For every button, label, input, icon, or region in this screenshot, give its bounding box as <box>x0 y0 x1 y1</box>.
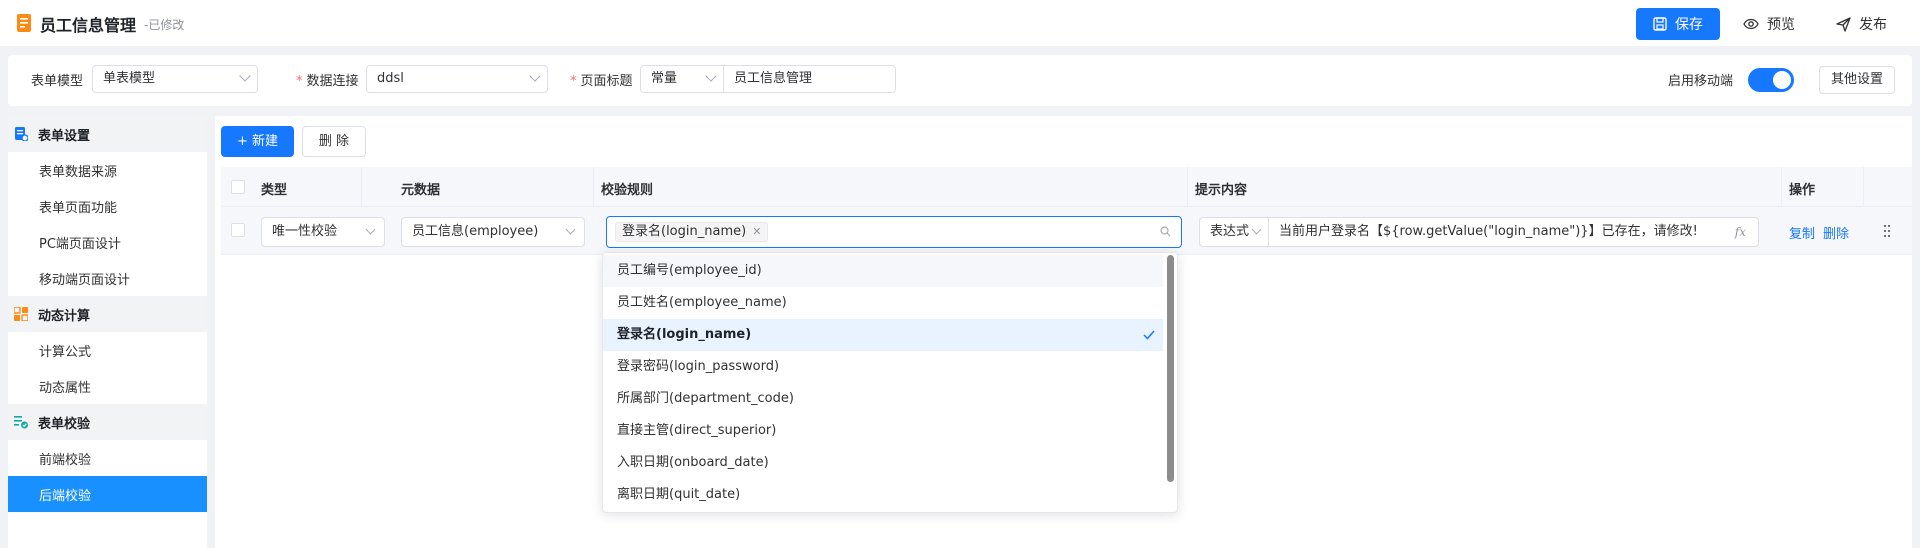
sidebar-item-mobile-design[interactable]: 移动端页面设计 <box>8 260 207 296</box>
column-actions: 操作 <box>1789 183 1816 198</box>
dropdown-option[interactable]: 入职日期(onboard_date) <box>603 447 1163 479</box>
copy-link[interactable]: 复制 <box>1789 223 1815 242</box>
sidebar-item-page-function[interactable]: 表单页面功能 <box>8 188 207 224</box>
dropdown-scrollbar[interactable] <box>1167 255 1174 482</box>
rule-dropdown: 员工编号(employee_id) 员工姓名(employee_name) 登录… <box>602 252 1178 513</box>
column-metadata: 元数据 <box>401 183 441 198</box>
dropdown-option[interactable]: 所属部门(department_code) <box>603 383 1163 415</box>
chevron-down-icon <box>529 70 541 82</box>
page-title: 员工信息管理 <box>40 16 137 35</box>
send-icon <box>1836 16 1851 32</box>
data-conn-label: * 数据连接 <box>296 74 359 89</box>
type-select[interactable]: 唯一性校验 <box>261 217 385 247</box>
sidebar: 表单设置 表单数据来源 表单页面功能 PC端页面设计 移动端页面设计 动态计算 … <box>8 116 207 548</box>
option-label: 登录名(login_name) <box>617 327 752 342</box>
chevron-down-icon <box>565 224 576 235</box>
metadata-select[interactable]: 员工信息(employee) <box>401 217 585 247</box>
dropdown-option[interactable]: 离职日期(quit_date) <box>603 479 1163 511</box>
dropdown-option-selected[interactable]: 登录名(login_name) <box>603 319 1163 351</box>
page-title-label: * 页面标题 <box>570 74 633 89</box>
data-conn-value: ddsl <box>377 71 404 86</box>
drag-handle-icon[interactable] <box>1883 224 1891 238</box>
column-divider <box>593 167 594 207</box>
sidebar-group-label: 动态计算 <box>38 308 91 324</box>
save-icon <box>1653 17 1667 31</box>
selected-tag: 登录名(login_name) ✕ <box>615 222 769 242</box>
form-settings-icon <box>15 127 28 141</box>
delete-link[interactable]: 删除 <box>1823 223 1849 242</box>
close-icon[interactable]: ✕ <box>752 223 761 241</box>
mobile-toggle[interactable] <box>1748 68 1794 92</box>
chevron-down-icon <box>705 70 717 82</box>
table-header: 类型 元数据 校验规则 提示内容 操作 <box>221 167 1912 207</box>
page-title-mode-select[interactable]: 常量 <box>640 65 724 93</box>
page-title-input[interactable]: 员工信息管理 <box>723 65 896 93</box>
modified-status: -已修改 <box>144 18 185 32</box>
tag-label: 登录名(login_name) <box>622 224 747 239</box>
column-divider <box>1863 167 1864 207</box>
mobile-label: 启用移动端 <box>1668 74 1734 89</box>
form-model-select[interactable]: 单表模型 <box>92 65 258 93</box>
type-value: 唯一性校验 <box>272 224 338 239</box>
hint-text-input[interactable]: 当前用户登录名【${row.getValue("login_name")}】已存… <box>1268 217 1759 247</box>
sidebar-group-form-check[interactable]: 表单校验 <box>8 404 207 440</box>
settings-bar: 表单模型 单表模型 * 数据连接 ddsl * 页面标题 常量 员工信息管理 启用移… <box>8 55 1912 106</box>
form-check-icon <box>14 416 28 429</box>
sidebar-item-backend-check[interactable]: 后端校验 <box>8 476 207 512</box>
hint-mode-value: 表达式 <box>1210 224 1250 239</box>
chevron-down-icon <box>239 70 251 82</box>
dropdown-option[interactable]: 登录密码(login_password) <box>603 351 1163 383</box>
column-divider <box>1187 167 1188 207</box>
sidebar-group-dynamic-calc[interactable]: 动态计算 <box>8 296 207 332</box>
save-button[interactable]: 保存 <box>1636 8 1720 40</box>
column-divider <box>1781 167 1782 207</box>
eye-icon <box>1743 18 1759 30</box>
chevron-down-icon <box>1251 224 1262 235</box>
data-conn-select[interactable]: ddsl <box>366 65 548 93</box>
delete-button[interactable]: 删 除 <box>302 126 366 157</box>
document-icon <box>17 14 31 32</box>
grid-calc-icon <box>14 307 28 321</box>
sidebar-group-label: 表单设置 <box>38 128 91 144</box>
toggle-knob <box>1773 71 1791 89</box>
sidebar-group-form-settings[interactable]: 表单设置 <box>8 116 207 152</box>
sidebar-item-formula[interactable]: 计算公式 <box>8 332 207 368</box>
sidebar-item-frontend-check[interactable]: 前端校验 <box>8 440 207 476</box>
sidebar-group-label: 表单校验 <box>38 416 91 432</box>
fx-icon[interactable]: fx <box>1735 218 1746 246</box>
top-bar: 员工信息管理 -已修改 保存 预览 发布 <box>0 0 1920 46</box>
table-row: 唯一性校验 员工信息(employee) 登录名(login_name) ✕ 表… <box>221 207 1912 255</box>
form-model-label: 表单模型 <box>31 74 84 89</box>
select-all-checkbox[interactable] <box>231 180 245 194</box>
form-model-value: 单表模型 <box>103 71 156 86</box>
publish-label: 发布 <box>1859 17 1887 33</box>
hint-mode-select[interactable]: 表达式 <box>1199 217 1269 247</box>
new-button[interactable]: + 新建 <box>221 126 294 157</box>
column-hint: 提示内容 <box>1195 183 1248 198</box>
preview-button[interactable]: 预览 <box>1743 14 1795 34</box>
column-rule: 校验规则 <box>601 183 654 198</box>
sidebar-item-dynamic-attr[interactable]: 动态属性 <box>8 368 207 404</box>
column-divider <box>361 167 362 207</box>
publish-button[interactable]: 发布 <box>1836 14 1887 34</box>
hint-text-value: 当前用户登录名【${row.getValue("login_name")}】已存… <box>1279 224 1698 239</box>
page-title-mode-value: 常量 <box>651 71 678 86</box>
sidebar-item-pc-design[interactable]: PC端页面设计 <box>8 224 207 260</box>
dropdown-option[interactable]: 员工姓名(employee_name) <box>603 287 1163 319</box>
sidebar-item-data-source[interactable]: 表单数据来源 <box>8 152 207 188</box>
search-icon <box>1160 226 1171 237</box>
preview-label: 预览 <box>1767 17 1795 33</box>
check-icon <box>1143 330 1155 340</box>
metadata-value: 员工信息(employee) <box>412 224 539 239</box>
row-checkbox[interactable] <box>231 223 245 237</box>
rule-multiselect[interactable]: 登录名(login_name) ✕ <box>606 216 1182 248</box>
dropdown-option[interactable]: 直接主管(direct_superior) <box>603 415 1163 447</box>
other-settings-button[interactable]: 其他设置 <box>1819 66 1895 94</box>
column-type: 类型 <box>261 183 288 198</box>
chevron-down-icon <box>365 224 376 235</box>
dropdown-option[interactable]: 员工编号(employee_id) <box>603 255 1163 287</box>
save-label: 保存 <box>1675 17 1703 33</box>
